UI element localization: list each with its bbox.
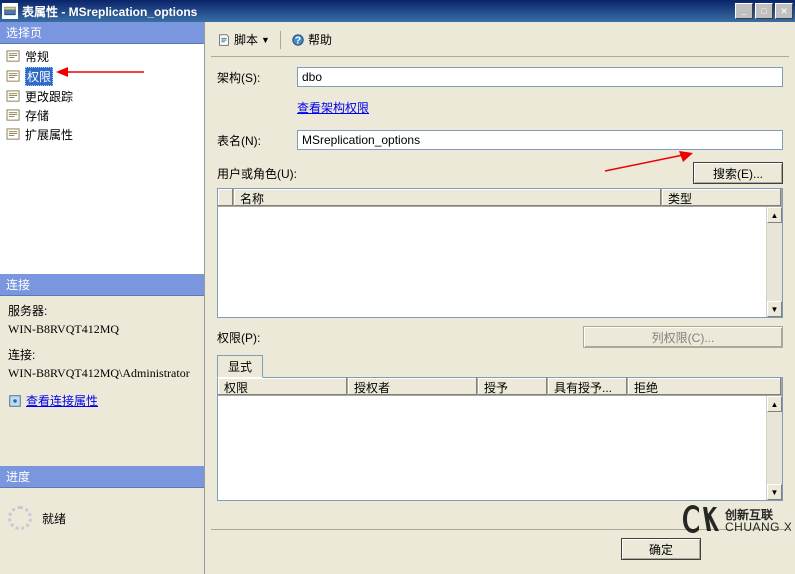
help-button[interactable]: ? 帮助	[287, 29, 336, 50]
scroll-up-icon[interactable]: ▲	[767, 396, 782, 412]
connection-label: 连接:	[8, 346, 196, 364]
ok-button[interactable]: 确定	[621, 538, 701, 560]
sidebar-item-general[interactable]: 常规	[3, 47, 201, 66]
grid-header-type[interactable]: 类型	[662, 189, 782, 206]
column-permissions-button[interactable]: 列权限(C)...	[583, 326, 783, 348]
script-button[interactable]: 脚本 ▼	[213, 29, 274, 50]
maximize-button[interactable]: □	[755, 3, 773, 19]
page-icon	[5, 50, 21, 64]
page-icon	[5, 109, 21, 123]
svg-text:CHUANG XIN HU LIAN: CHUANG XIN HU LIAN	[725, 520, 791, 534]
progress-header: 进度	[0, 466, 204, 488]
progress-status: 就绪	[42, 510, 66, 527]
progress-panel: 就绪	[0, 488, 204, 574]
tab-explicit[interactable]: 显式	[217, 355, 263, 378]
sidebar-item-extended-properties[interactable]: 扩展属性	[3, 125, 201, 144]
watermark-logo: 创新互联 CHUANG XIN HU LIAN	[681, 501, 791, 540]
grid-header-with-grant[interactable]: 具有授予...	[548, 378, 628, 395]
page-icon	[5, 90, 21, 104]
schema-input[interactable]	[297, 67, 783, 87]
permissions-grid[interactable]: 权限 授权者 授予 具有授予... 拒绝 ▲ ▼	[217, 377, 783, 501]
table-name-input[interactable]	[297, 130, 783, 150]
search-button[interactable]: 搜索(E)...	[693, 162, 783, 184]
page-icon	[5, 70, 21, 84]
permissions-grid-scrollbar[interactable]: ▲ ▼	[766, 396, 782, 500]
sidebar-item-storage[interactable]: 存储	[3, 106, 201, 125]
script-icon	[217, 33, 231, 47]
sidebar-item-change-tracking[interactable]: 更改跟踪	[3, 87, 201, 106]
connection-panel: 服务器: WIN-B8RVQT412MQ 连接: WIN-B8RVQT412MQ…	[0, 296, 204, 466]
dropdown-caret-icon: ▼	[261, 35, 270, 45]
minimize-button[interactable]: _	[735, 3, 753, 19]
window-titlebar: 表属性 - MSreplication_options _ □ ✕	[0, 0, 795, 22]
page-icon	[5, 128, 21, 142]
scroll-down-icon[interactable]: ▼	[767, 301, 782, 317]
scroll-down-icon[interactable]: ▼	[767, 484, 782, 500]
server-label: 服务器:	[8, 302, 196, 320]
app-icon	[2, 3, 18, 19]
close-button[interactable]: ✕	[775, 3, 793, 19]
help-icon: ?	[291, 33, 305, 47]
sidebar-header: 选择页	[0, 22, 204, 44]
progress-spinner-icon	[8, 506, 32, 530]
connection-value: WIN-B8RVQT412MQ\Administrator	[8, 364, 196, 382]
grid-header-grant[interactable]: 授予	[478, 378, 548, 395]
grid-header-permission[interactable]: 权限	[218, 378, 348, 395]
connection-properties-icon	[8, 394, 22, 408]
table-name-label: 表名(N):	[217, 132, 289, 149]
grid-header-deny[interactable]: 拒绝	[628, 378, 782, 395]
toolbar-separator	[280, 31, 281, 49]
users-grid[interactable]: 名称 类型 ▲ ▼	[217, 188, 783, 318]
connection-header: 连接	[0, 274, 204, 296]
scroll-up-icon[interactable]: ▲	[767, 207, 782, 223]
grid-scrollbar[interactable]: ▲ ▼	[766, 207, 782, 317]
permissions-label: 权限(P):	[217, 329, 260, 346]
schema-label: 架构(S):	[217, 69, 289, 86]
grid-header-name[interactable]: 名称	[234, 189, 662, 206]
nav-list: 常规 权限 更改跟踪 存储 扩展属性	[0, 44, 204, 274]
server-value: WIN-B8RVQT412MQ	[8, 320, 196, 338]
users-or-roles-label: 用户或角色(U):	[217, 165, 685, 182]
toolbar: 脚本 ▼ ? 帮助	[211, 26, 789, 57]
view-connection-properties-link[interactable]: 查看连接属性	[26, 392, 98, 410]
grid-header-grantor[interactable]: 授权者	[348, 378, 478, 395]
view-schema-permissions-link[interactable]: 查看架构权限	[297, 99, 369, 116]
window-title: 表属性 - MSreplication_options	[22, 3, 735, 20]
row-selector-header	[218, 189, 234, 206]
sidebar-item-permissions[interactable]: 权限	[3, 66, 201, 87]
svg-text:?: ?	[295, 34, 301, 46]
